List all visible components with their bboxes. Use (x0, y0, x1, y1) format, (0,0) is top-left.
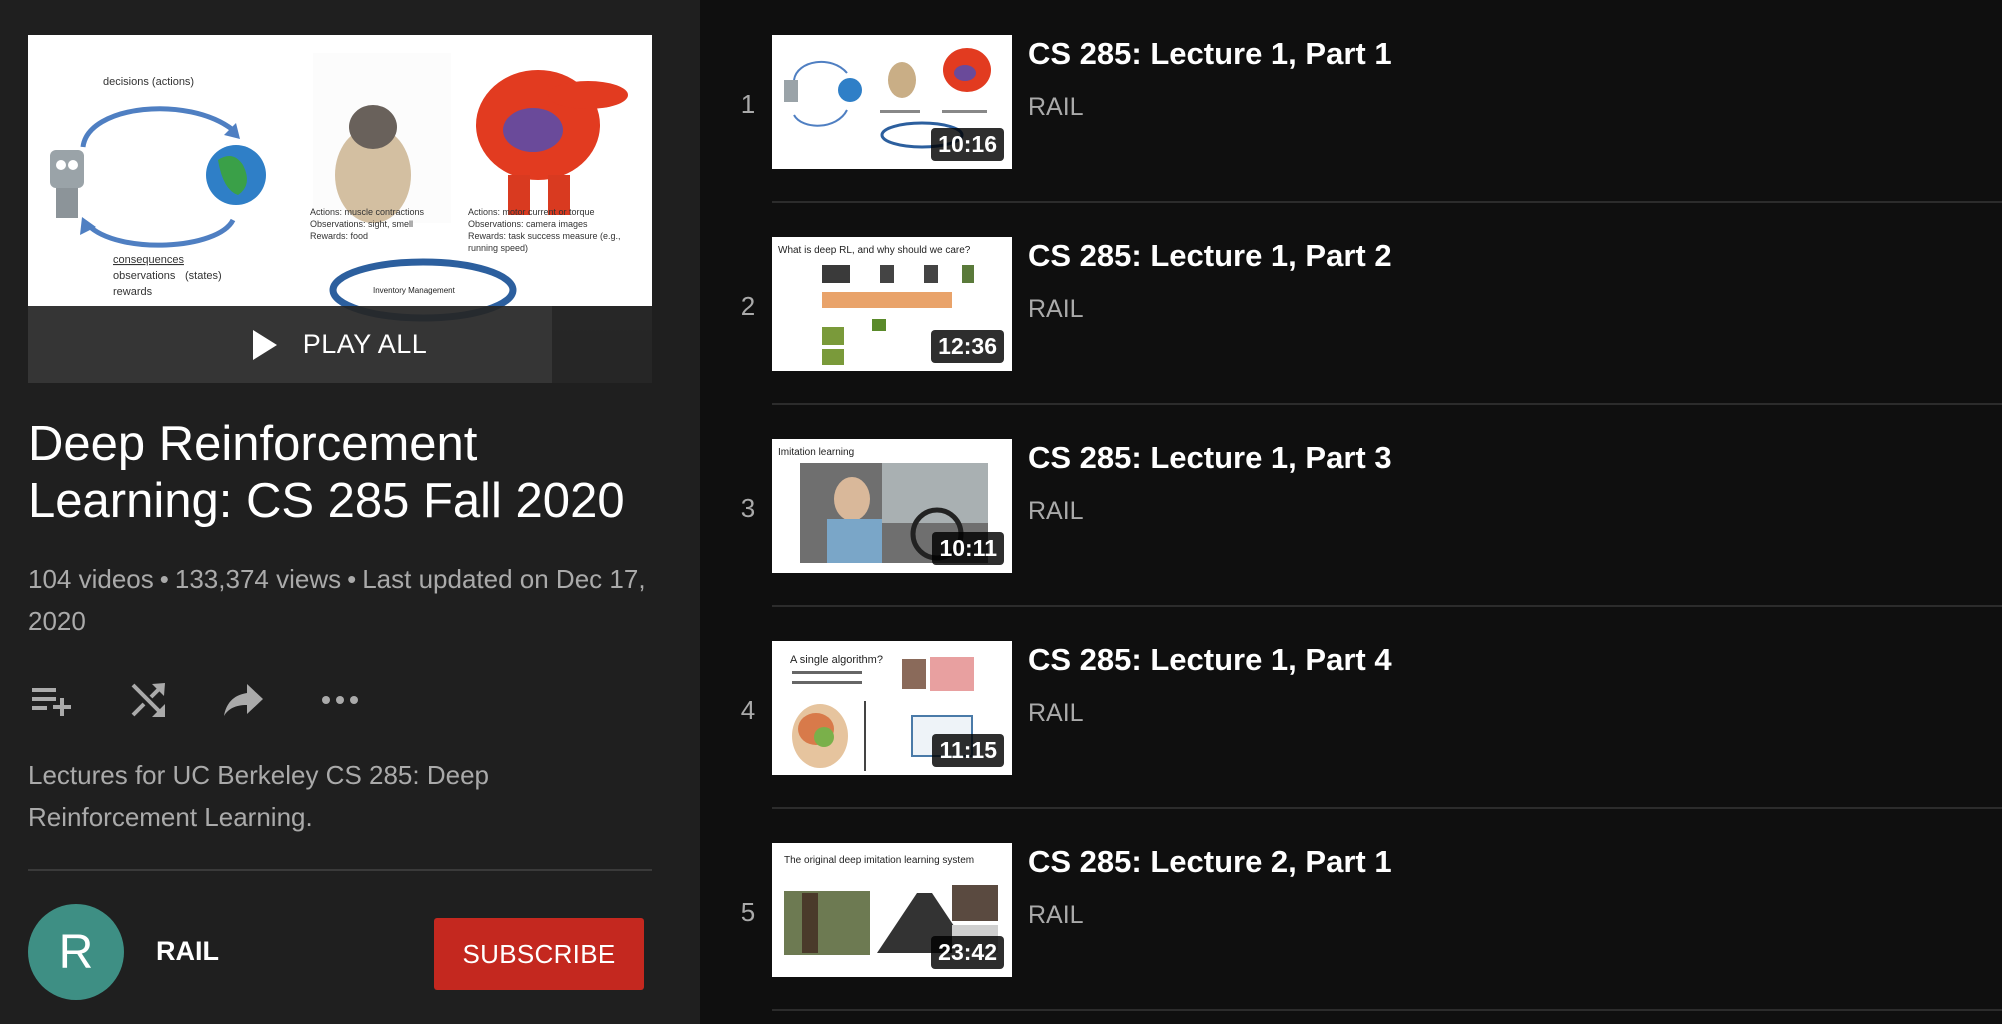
video-thumbnail[interactable]: The original deep imitation learning sys… (772, 843, 1012, 977)
video-title[interactable]: CS 285: Lecture 1, Part 1 (1028, 36, 1392, 72)
shuffle-button[interactable] (124, 676, 172, 724)
video-title[interactable]: CS 285: Lecture 1, Part 2 (1028, 238, 1392, 274)
share-button[interactable] (220, 676, 268, 724)
video-channel[interactable]: RAIL (1028, 497, 1084, 526)
svg-text:Inventory Management: Inventory Management (373, 286, 456, 295)
svg-text:Actions: muscle contractions: Actions: muscle contractions (310, 207, 425, 217)
add-to-queue-button[interactable] (28, 676, 76, 724)
list-item[interactable]: 3 Imitation learning 10:11 CS 285: Lectu… (700, 404, 2002, 607)
video-duration: 12:36 (931, 330, 1004, 363)
video-duration: 10:16 (931, 128, 1004, 161)
video-thumbnail[interactable]: A single algorithm? 11:15 (772, 641, 1012, 775)
playlist-stats: 104 videos • 133,374 views • Last updated on… (28, 558, 668, 642)
stat-separator: • (347, 564, 357, 594)
stat-separator: • (159, 564, 169, 594)
svg-text:Rewards: food: Rewards: food (310, 231, 368, 241)
svg-text:running speed): running speed) (468, 243, 528, 253)
list-item[interactable]: 1 10:16 CS 285: Lecture 1, Part 1 RAIL (700, 0, 2002, 203)
video-thumbnail[interactable]: Imitation learning 10:11 (772, 439, 1012, 573)
svg-text:decisions (actions): decisions (actions) (103, 76, 194, 88)
play-all-button[interactable]: PLAY ALL (28, 306, 652, 383)
subscribe-button[interactable]: SUBSCRIBE (434, 918, 644, 990)
video-duration: 11:15 (932, 734, 1004, 767)
video-channel[interactable]: RAIL (1028, 699, 1084, 728)
video-channel[interactable]: RAIL (1028, 295, 1084, 324)
list-item[interactable]: 2 What is deep RL, and why should we car… (700, 202, 2002, 405)
share-icon (224, 684, 263, 716)
video-index: 5 (740, 897, 756, 927)
svg-text:observations: observations (113, 270, 176, 282)
svg-text:Rewards: task success measure: Rewards: task success measure (e.g., (468, 231, 621, 241)
video-duration: 10:11 (932, 532, 1004, 565)
play-all-label: PLAY ALL (302, 329, 428, 359)
shuffle-icon (131, 683, 165, 717)
video-thumbnail[interactable]: What is deep RL, and why should we care?… (772, 237, 1012, 371)
row-separator (772, 1009, 2002, 1011)
video-index: 2 (740, 291, 756, 321)
video-title[interactable]: CS 285: Lecture 1, Part 3 (1028, 440, 1392, 476)
playlist-owner: R RAIL SUBSCRIBE (28, 904, 652, 1000)
more-icon (322, 696, 358, 704)
video-channel[interactable]: RAIL (1028, 901, 1084, 930)
video-channel[interactable]: RAIL (1028, 93, 1084, 122)
svg-text:The original deep imitation le: The original deep imitation learning sys… (784, 855, 974, 866)
video-index: 1 (740, 89, 756, 119)
svg-text:Imitation learning: Imitation learning (778, 447, 854, 458)
video-index: 3 (740, 493, 756, 523)
svg-text:rewards: rewards (113, 286, 153, 298)
svg-text:Observations: sight, smell: Observations: sight, smell (310, 219, 413, 229)
video-duration: 23:42 (931, 936, 1004, 969)
owner-name[interactable]: RAIL (156, 936, 219, 967)
more-actions-button[interactable] (316, 676, 364, 724)
playlist-actions (28, 676, 364, 724)
svg-text:consequences: consequences (113, 254, 184, 266)
video-thumbnail[interactable]: 10:16 (772, 35, 1012, 169)
svg-text:A single algorithm?: A single algorithm? (790, 654, 883, 666)
playlist-description: Lectures for UC Berkeley CS 285: Deep Re… (28, 760, 489, 832)
list-item[interactable]: 4 A single algorithm? 11:15 CS 285: Lect… (700, 606, 2002, 809)
video-count: 104 videos (28, 564, 154, 594)
video-list: 1 10:16 CS 285: Lecture 1, Part 1 RAIL 2 (700, 0, 2002, 1024)
view-count: 133,374 views (174, 564, 342, 594)
play-icon (252, 329, 277, 360)
divider (28, 869, 652, 871)
svg-text:Actions: motor current or torq: Actions: motor current or torque (468, 207, 595, 217)
list-item[interactable]: 5 The original deep imitation learning s… (700, 808, 2002, 1011)
playlist-sidebar: decisions (actions) consequences observa… (0, 0, 700, 1024)
svg-text:Observations: camera images: Observations: camera images (468, 219, 588, 229)
video-title[interactable]: CS 285: Lecture 1, Part 4 (1028, 642, 1392, 678)
add-to-queue-icon (32, 688, 71, 716)
playlist-hero-thumbnail[interactable]: decisions (actions) consequences observa… (28, 35, 652, 383)
svg-text:(states): (states) (185, 270, 222, 282)
svg-text:What is deep RL, and why shoul: What is deep RL, and why should we care? (778, 245, 971, 256)
playlist-title[interactable]: Deep Reinforcement Learning: CS 285 Fall… (28, 416, 668, 530)
video-index: 4 (740, 695, 756, 725)
avatar[interactable]: R (28, 904, 124, 1000)
video-title[interactable]: CS 285: Lecture 2, Part 1 (1028, 844, 1392, 880)
